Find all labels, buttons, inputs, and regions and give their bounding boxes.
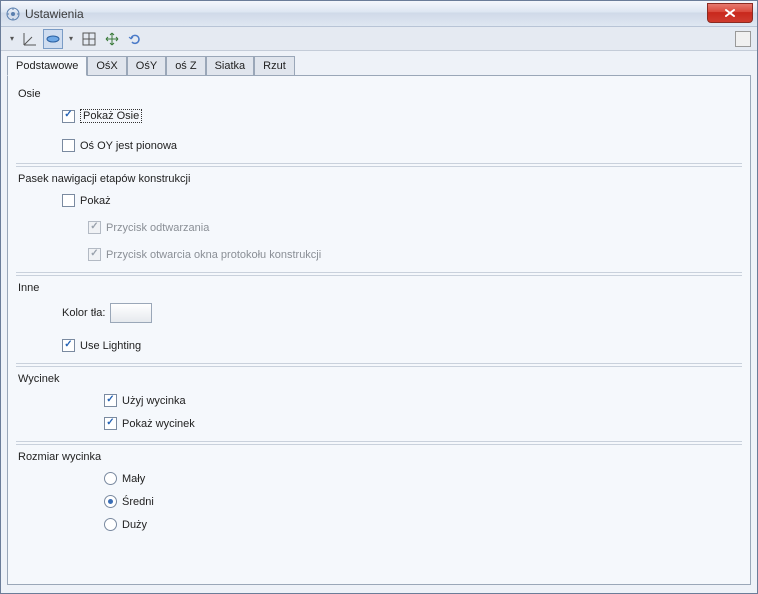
row-clip-show: Pokaż wycinek [16,414,742,433]
toolbar-move-icon[interactable] [102,29,122,49]
checkbox-oy-vertical[interactable] [62,139,75,152]
tab-osz[interactable]: oś Z [166,56,205,76]
label-show-axes: Pokaż Osie [80,109,142,123]
group-clipping: Wycinek Użyj wycinka Pokaż wycinek [16,366,742,442]
label-size-small: Mały [122,473,145,485]
tab-panel: Osie Pokaż Osie Oś OY jest pionowa Pasek… [7,75,751,585]
toolbar-refresh-icon[interactable] [125,29,145,49]
radio-size-medium[interactable] [104,495,117,508]
window-title: Ustawienia [25,7,84,21]
toolbar-menu-icon[interactable]: ▾ [7,29,17,49]
checkbox-show-axes[interactable] [62,110,75,123]
row-nav-play: Przycisk odtwarzania [16,218,742,237]
app-icon [5,6,21,22]
row-oy-vertical: Oś OY jest pionowa [16,136,742,155]
toolbar-axes-icon[interactable] [20,29,40,49]
group-title-clipsize: Rozmiar wycinka [16,449,742,469]
group-other: Inne Kolor tła: Use Lighting [16,275,742,364]
group-title-other: Inne [16,280,742,300]
row-size-medium: Średni [16,492,742,511]
label-bgcolor: Kolor tła: [62,307,105,319]
label-lighting: Use Lighting [80,340,141,352]
checkbox-nav-show[interactable] [62,194,75,207]
toolbar-plane-icon[interactable] [43,29,63,49]
radio-size-large[interactable] [104,518,117,531]
toolbar: ▾ ▾ [1,27,757,51]
label-oy-vertical: Oś OY jest pionowa [80,140,177,152]
label-nav-play: Przycisk odtwarzania [106,222,209,234]
row-lighting: Use Lighting [16,336,742,355]
content-area: Podstawowe OśX OśY oś Z Siatka Rzut Osie… [1,51,757,593]
group-navbar: Pasek nawigacji etapów konstrukcji Pokaż… [16,166,742,273]
tab-siatka[interactable]: Siatka [206,56,255,76]
checkbox-lighting[interactable] [62,339,75,352]
tab-osx[interactable]: OśX [87,56,126,76]
row-show-axes: Pokaż Osie [16,106,742,126]
row-clip-use: Użyj wycinka [16,391,742,410]
label-nav-show: Pokaż [80,195,111,207]
label-clip-show: Pokaż wycinek [122,418,195,430]
row-nav-show: Pokaż [16,191,742,210]
tab-rzut[interactable]: Rzut [254,56,295,76]
settings-window: Ustawienia ▾ ▾ Podstawowe OśX OśY oś Z [0,0,758,594]
radio-size-small[interactable] [104,472,117,485]
group-axes: Osie Pokaż Osie Oś OY jest pionowa [16,82,742,164]
row-size-large: Duży [16,515,742,534]
row-bgcolor: Kolor tła: [16,300,742,326]
label-clip-use: Użyj wycinka [122,395,186,407]
group-title-clipping: Wycinek [16,371,742,391]
bgcolor-swatch[interactable] [110,303,152,323]
tabstrip: Podstawowe OśX OśY oś Z Siatka Rzut [7,56,751,76]
checkbox-nav-protocol [88,248,101,261]
tab-podstawowe[interactable]: Podstawowe [7,56,87,76]
group-clipsize: Rozmiar wycinka Mały Średni Duży [16,444,742,542]
titlebar: Ustawienia [1,1,757,27]
row-size-small: Mały [16,469,742,488]
checkbox-nav-play [88,221,101,234]
label-size-large: Duży [122,519,147,531]
checkbox-clip-use[interactable] [104,394,117,407]
checkbox-clip-show[interactable] [104,417,117,430]
group-title-navbar: Pasek nawigacji etapów konstrukcji [16,171,742,191]
toolbar-plane-dropdown-icon[interactable]: ▾ [66,29,76,49]
close-button[interactable] [707,3,753,23]
toolbar-grid-icon[interactable] [79,29,99,49]
label-nav-protocol: Przycisk otwarcia okna protokołu konstru… [106,249,321,261]
group-title-axes: Osie [16,86,742,106]
label-size-medium: Średni [122,496,154,508]
row-nav-protocol: Przycisk otwarcia okna protokołu konstru… [16,245,742,264]
toolbar-detach-icon[interactable] [735,31,751,47]
tab-osy[interactable]: OśY [127,56,166,76]
